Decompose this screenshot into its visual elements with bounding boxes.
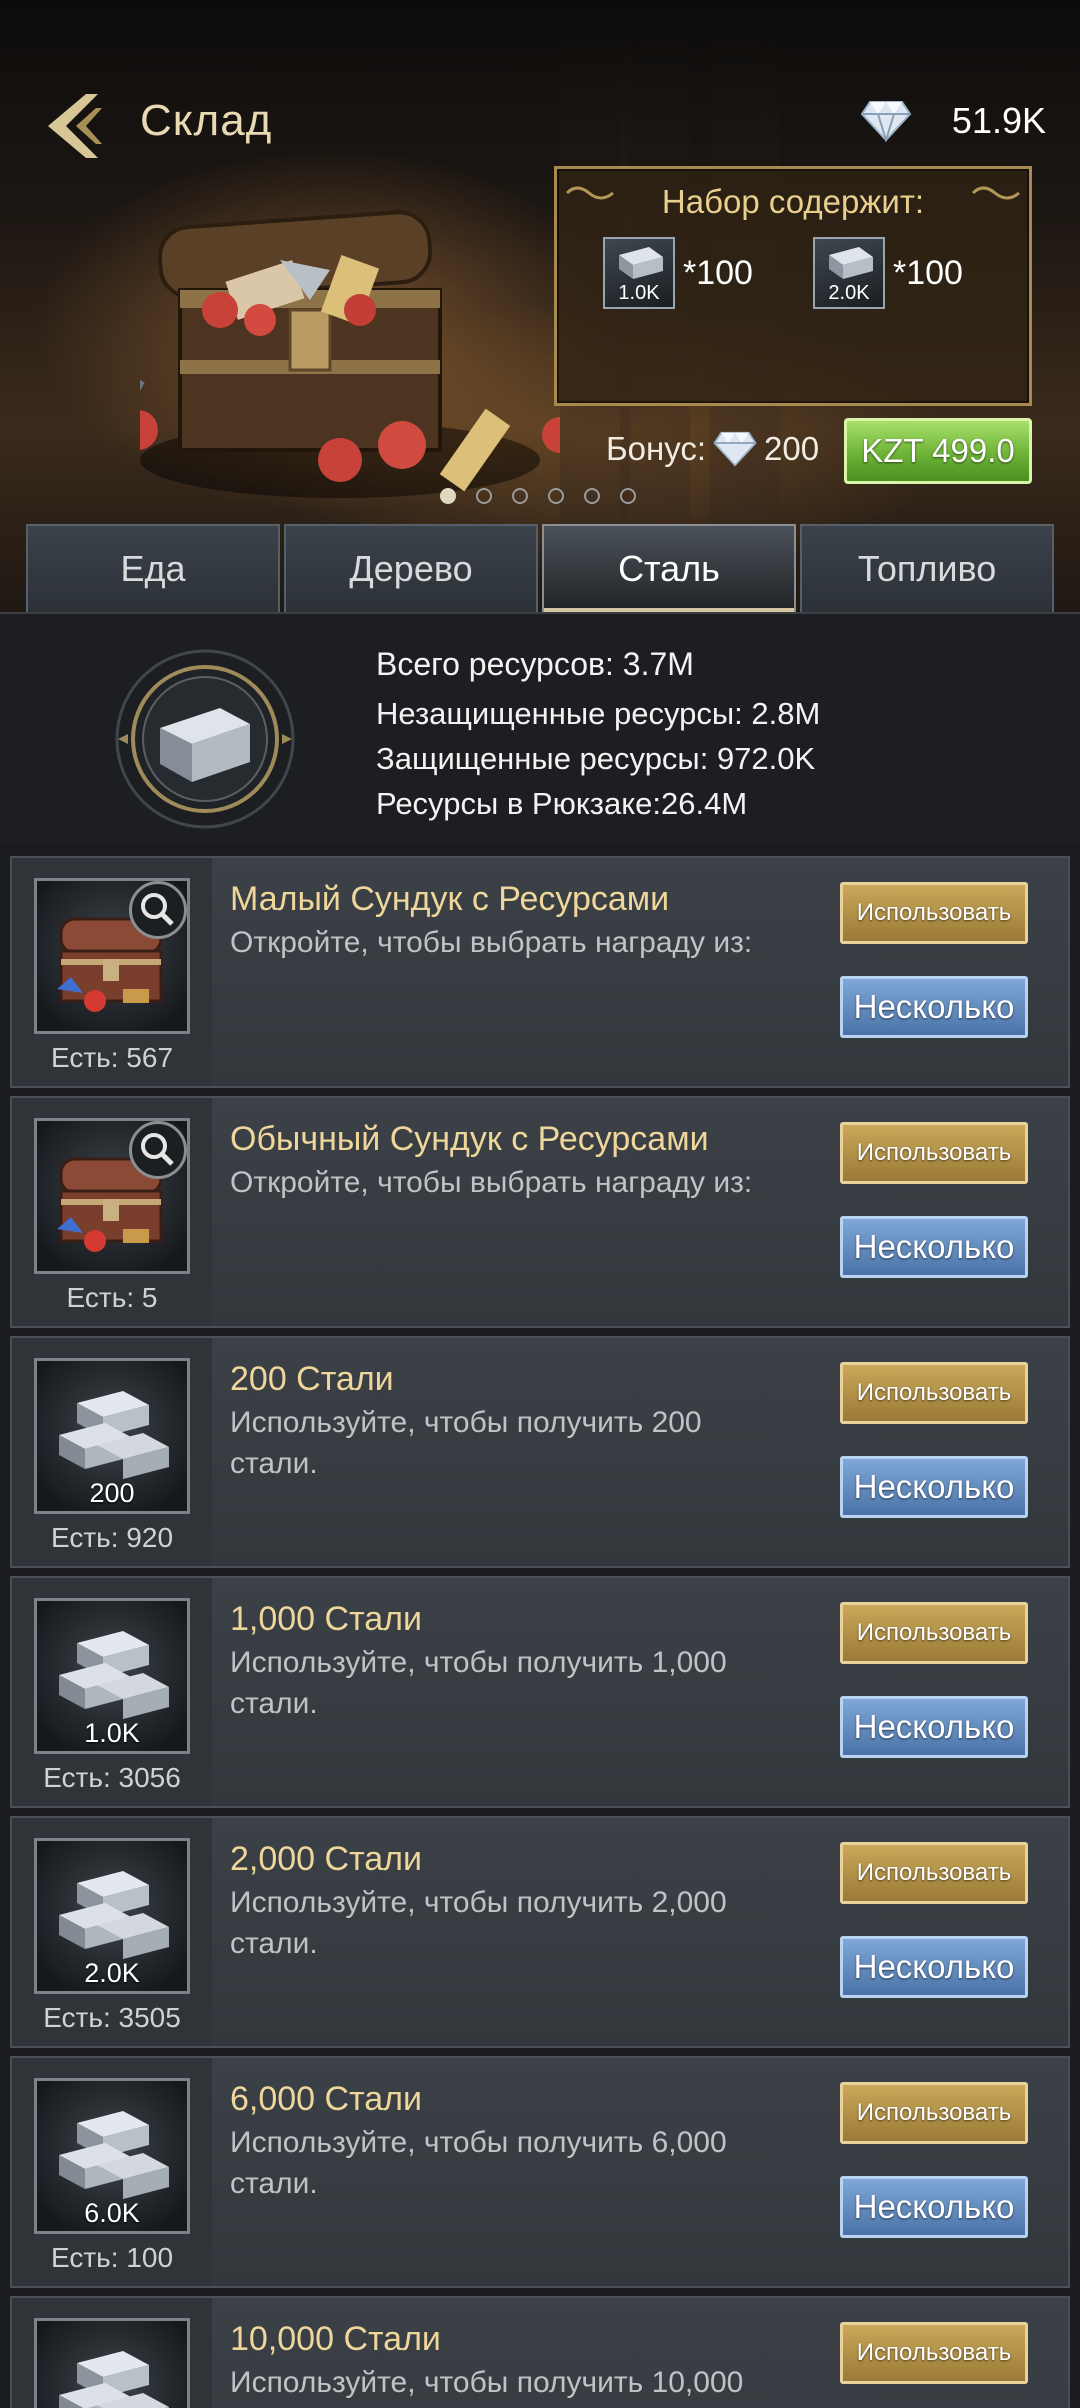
common-chest-icon[interactable] (34, 1118, 190, 1274)
item-owned-count: Есть: 5 (66, 1282, 158, 1313)
pack-item-amount: 2.0K (828, 282, 870, 304)
item-icon-cell: Есть: 5 (12, 1098, 212, 1326)
total-resources: Всего ресурсов: 3.7M (376, 646, 694, 682)
item-icon-cell: 2.0K Есть: 3505 (12, 1818, 212, 2046)
item-name: 1,000 Стали (230, 1600, 423, 1638)
item-description: Используйте, чтобы получить 200 стали. (230, 1406, 702, 1480)
pack-contents-panel: Набор содержит: 1.0K *100 2.0K *100 (554, 166, 1032, 406)
item-description: Откройте, чтобы выбрать награду из: (230, 1166, 753, 1199)
steel-ingot-icon[interactable] (34, 2318, 190, 2408)
tab-fuel[interactable]: Топливо (800, 524, 1054, 612)
steel-ingot-icon[interactable]: 1.0K (34, 1598, 190, 1754)
item-icon-cell: 1.0K Есть: 3056 (12, 1578, 212, 1806)
item-name: 10,000 Стали (230, 2320, 441, 2358)
pack-contents-title: Набор содержит: (661, 183, 925, 220)
steel-ingot-icon[interactable]: 200 (34, 1358, 190, 1514)
item-owned-count: Есть: 3056 (43, 1762, 181, 1793)
item-amount: 1.0K (84, 1718, 140, 1748)
pack-item-amount: 1.0K (618, 282, 660, 304)
item-owned-count: Есть: 3505 (43, 2002, 181, 2033)
pack-item[interactable]: 1.0K *100 (603, 237, 753, 309)
item-name: Обычный Сундук с Ресурсами (230, 1120, 709, 1158)
back-arrow-icon[interactable] (40, 90, 110, 162)
buy-pack-button[interactable]: KZT 499.0 (844, 418, 1032, 484)
carousel-dot[interactable] (548, 488, 564, 504)
use-multiple-button[interactable]: Несколько (840, 976, 1028, 1038)
carousel-dot[interactable] (512, 488, 528, 504)
backpack-resources: Ресурсы в Рюкзаке:26.4M (376, 786, 748, 821)
item-icon-cell: Есть: 567 (12, 858, 212, 1086)
diamond-icon (860, 101, 912, 142)
carousel-dot[interactable] (620, 488, 636, 504)
use-button[interactable]: Использовать (840, 882, 1028, 944)
list-item: 10,000 Стали Используйте, чтобы получить… (10, 2296, 1070, 2408)
item-icon-cell: 200 Есть: 920 (12, 1338, 212, 1566)
list-item: Есть: 567 Малый Сундук с Ресурсами Откро… (10, 856, 1070, 1088)
item-name: 2,000 Стали (230, 1840, 423, 1878)
resource-tabs: Еда Дерево Сталь Топливо (26, 520, 1054, 612)
use-multiple-button[interactable]: Несколько (840, 2176, 1028, 2238)
magnifier-icon[interactable] (129, 881, 187, 939)
item-description: Используйте, чтобы получить 2,000 стали. (230, 1886, 727, 1960)
item-description: Используйте, чтобы получить 6,000 стали. (230, 2126, 727, 2200)
steel-ingot-icon: 2.0K (812, 237, 885, 309)
pack-item[interactable]: 2.0K *100 (812, 237, 963, 309)
item-amount: 2.0K (84, 1958, 140, 1988)
use-multiple-button[interactable]: Несколько (840, 1216, 1028, 1278)
small-chest-icon[interactable] (34, 878, 190, 1034)
list-item: 2.0K Есть: 3505 2,000 Стали Используйте,… (10, 1816, 1070, 2048)
tab-wood[interactable]: Дерево (284, 524, 538, 612)
treasure-chest-image (140, 210, 560, 498)
gem-balance: 51.9K (860, 100, 1046, 142)
use-button[interactable]: Использовать (840, 2322, 1028, 2384)
carousel-dot[interactable] (584, 488, 600, 504)
magnifier-icon[interactable] (129, 1121, 187, 1179)
carousel-dots (440, 488, 636, 504)
item-amount: 200 (89, 1478, 135, 1508)
pack-item-qty: *100 (892, 253, 963, 292)
use-multiple-button[interactable]: Несколько (840, 1696, 1028, 1758)
tab-food[interactable]: Еда (26, 524, 280, 612)
steel-ingot-icon[interactable]: 2.0K (34, 1838, 190, 1994)
steel-ingot-icon: 1.0K (603, 237, 675, 309)
pack-item-qty: *100 (683, 253, 753, 292)
item-name: 6,000 Стали (230, 2080, 423, 2118)
bonus-info: Бонус: 200 (606, 430, 819, 468)
steel-ingot-icon[interactable]: 6.0K (34, 2078, 190, 2234)
item-description: Откройте, чтобы выбрать награду из: (230, 926, 753, 959)
carousel-dot[interactable] (476, 488, 492, 504)
unprotected-resources: Незащищенные ресурсы: 2.8M (376, 696, 821, 731)
list-item: 1.0K Есть: 3056 1,000 Стали Используйте,… (10, 1576, 1070, 1808)
tab-steel[interactable]: Сталь (542, 524, 796, 612)
use-button[interactable]: Использовать (840, 1602, 1028, 1664)
use-multiple-button[interactable]: Несколько (840, 1456, 1028, 1518)
protected-resources: Защищенные ресурсы: 972.0K (376, 741, 816, 776)
item-owned-count: Есть: 920 (50, 1522, 174, 1553)
use-button[interactable]: Использовать (840, 1842, 1028, 1904)
use-button[interactable]: Использовать (840, 2082, 1028, 2144)
item-name: 200 Стали (230, 1360, 394, 1398)
steel-emblem-icon (115, 649, 295, 829)
resource-summary: Всего ресурсов: 3.7M Незащищенные ресурс… (0, 612, 1080, 844)
page-title: Склад (140, 96, 273, 145)
bonus-label: Бонус: (606, 430, 707, 467)
use-button[interactable]: Использовать (840, 1362, 1028, 1424)
item-owned-count: Есть: 567 (50, 1042, 174, 1073)
use-multiple-button[interactable]: Несколько (840, 1936, 1028, 1998)
list-item: Есть: 5 Обычный Сундук с Ресурсами Откро… (10, 1096, 1070, 1328)
item-icon-cell (12, 2298, 212, 2408)
item-description: Используйте, чтобы получить 1,000 стали. (230, 1646, 727, 1720)
list-item: 200 Есть: 920 200 Стали Используйте, что… (10, 1336, 1070, 1568)
gem-count: 51.9K (951, 100, 1046, 141)
carousel-dot[interactable] (440, 488, 456, 504)
item-description: Используйте, чтобы получить 10,000 стали… (230, 2366, 744, 2408)
item-amount: 6.0K (84, 2198, 140, 2228)
bonus-value: 200 (764, 430, 820, 467)
diamond-icon (713, 431, 757, 467)
use-button[interactable]: Использовать (840, 1122, 1028, 1184)
item-icon-cell: 6.0K Есть: 100 (12, 2058, 212, 2286)
list-item: 6.0K Есть: 100 6,000 Стали Используйте, … (10, 2056, 1070, 2288)
item-name: Малый Сундук с Ресурсами (230, 880, 670, 918)
item-owned-count: Есть: 100 (50, 2242, 174, 2273)
